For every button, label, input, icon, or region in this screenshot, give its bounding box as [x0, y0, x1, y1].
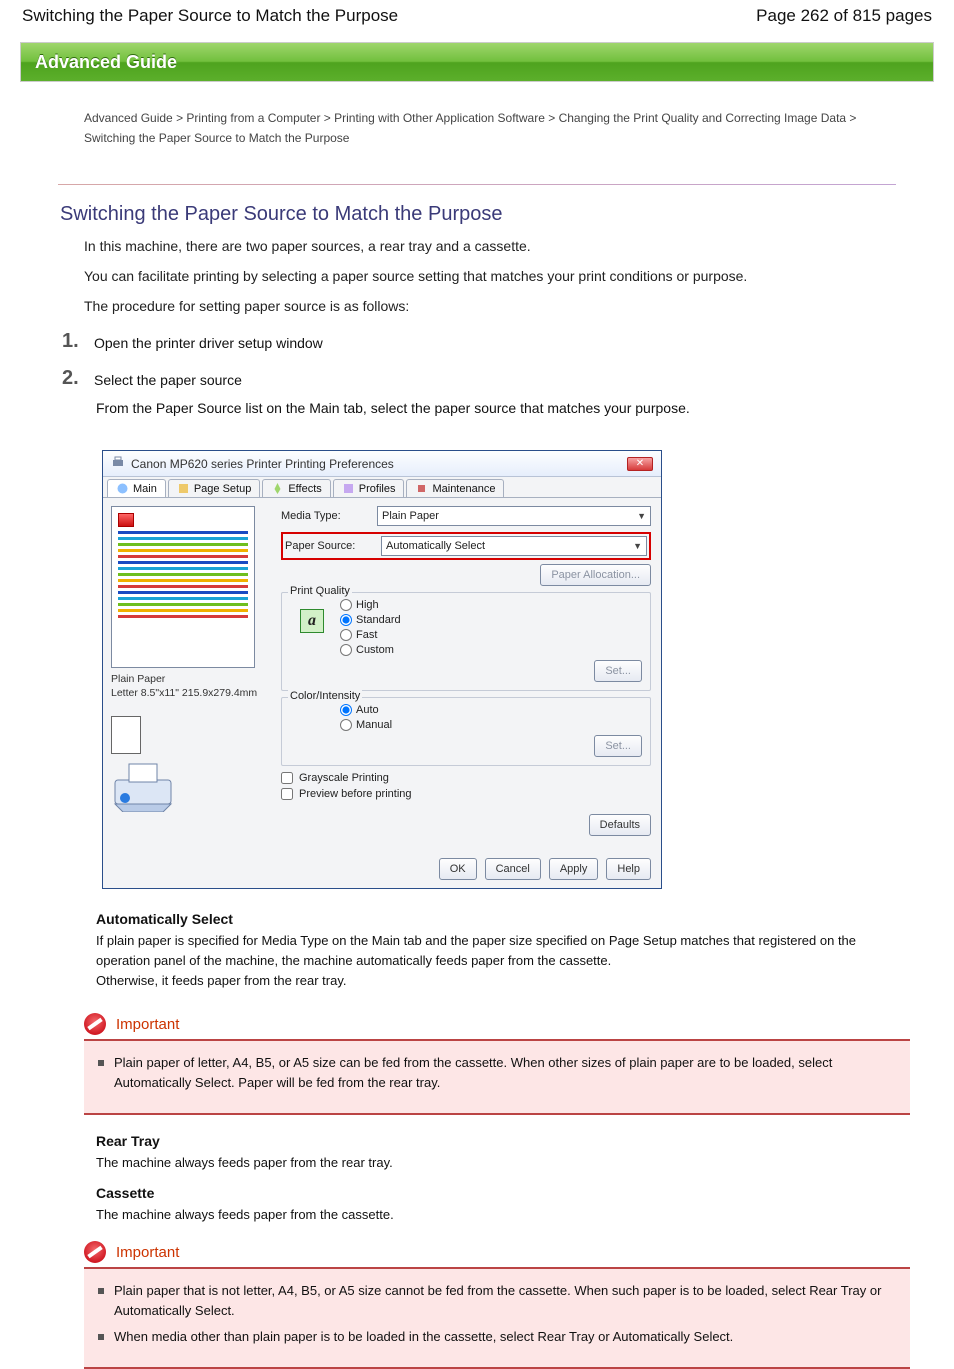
color-auto[interactable]: Auto [340, 704, 642, 716]
preview-card [111, 506, 255, 668]
important-1-line1: Plain paper of letter, A4, B5, or A5 siz… [114, 1053, 896, 1093]
tab-profiles[interactable]: Profiles [333, 479, 405, 497]
quality-set-button[interactable]: Set... [594, 660, 642, 682]
dialog-settings-column: Media Type: Plain Paper▼ Paper Source: A… [281, 506, 651, 842]
header-left: Switching the Paper Source to Match the … [22, 6, 398, 26]
auto-select-heading: Automatically Select [96, 911, 894, 927]
important-2-panel: Plain paper that is not letter, A4, B5, … [84, 1269, 910, 1369]
quality-fast[interactable]: Fast [340, 629, 642, 641]
preview-checkbox[interactable]: Preview before printing [281, 788, 651, 800]
cancel-button[interactable]: Cancel [485, 858, 541, 880]
help-button[interactable]: Help [606, 858, 651, 880]
prohibited-icon [84, 1241, 106, 1263]
step-1: 1. Open the printer driver setup window [62, 330, 894, 353]
preview-badge [118, 513, 134, 527]
apply-button[interactable]: Apply [549, 858, 599, 880]
paper-source-label: Paper Source: [285, 540, 375, 552]
cassette-heading: Cassette [96, 1185, 894, 1201]
bullet-icon [98, 1060, 104, 1066]
rear-tray-heading: Rear Tray [96, 1133, 894, 1149]
print-quality-group: Print Quality a High Standard Fast Custo… [281, 592, 651, 691]
mini-doc-icon [111, 716, 141, 754]
step-1-title: Open the printer driver setup window [94, 330, 323, 353]
divider [58, 184, 896, 185]
breadcrumb: Advanced Guide > Printing from a Compute… [84, 108, 894, 148]
important-2-line2: When media other than plain paper is to … [114, 1327, 733, 1347]
quality-custom[interactable]: Custom [340, 644, 642, 656]
paper-source-highlight: Paper Source: Automatically Select▼ [281, 532, 651, 560]
printing-preferences-dialog: Canon MP620 series Printer Printing Pref… [102, 450, 662, 889]
color-manual[interactable]: Manual [340, 719, 642, 731]
close-icon[interactable]: ✕ [627, 457, 653, 471]
tab-maintenance[interactable]: Maintenance [406, 479, 504, 497]
color-set-button[interactable]: Set... [594, 735, 642, 757]
dialog-window: Canon MP620 series Printer Printing Pref… [102, 450, 662, 889]
print-quality-label: Print Quality [288, 585, 352, 597]
paper-allocation-button[interactable]: Paper Allocation... [540, 564, 651, 586]
a-badge-icon: a [300, 609, 324, 633]
auto-select-body2: Otherwise, it feeds paper from the rear … [96, 971, 894, 991]
chevron-down-icon: ▼ [633, 541, 642, 551]
ok-button[interactable]: OK [439, 858, 477, 880]
preview-size: Letter 8.5"x11" 215.9x279.4mm [111, 686, 269, 700]
important-1-panel: Plain paper of letter, A4, B5, or A5 siz… [84, 1041, 910, 1115]
advanced-guide-bar: Advanced Guide [20, 42, 934, 82]
important-box-1: Important Plain paper of letter, A4, B5,… [84, 1013, 910, 1115]
important-1-title: Important [116, 1016, 179, 1033]
tab-main[interactable]: Main [107, 479, 166, 497]
page-title: Switching the Paper Source to Match the … [60, 203, 894, 226]
step-2-desc: From the Paper Source list on the Main t… [96, 398, 894, 418]
preview-media: Plain Paper [111, 672, 269, 686]
page-header: Switching the Paper Source to Match the … [0, 0, 954, 36]
cassette-body: The machine always feeds paper from the … [96, 1205, 894, 1225]
intro-2: You can facilitate printing by selecting… [84, 266, 894, 286]
bullet-icon [98, 1334, 104, 1340]
tabstrip: Main Page Setup Effects Profiles Mainten… [103, 477, 661, 498]
intro-3: The procedure for setting paper source i… [84, 296, 894, 316]
rear-tray-body: The machine always feeds paper from the … [96, 1153, 894, 1173]
dialog-titlebar: Canon MP620 series Printer Printing Pref… [103, 451, 661, 477]
step-2-number: 2. [62, 367, 82, 390]
quality-standard[interactable]: Standard [340, 614, 642, 626]
color-intensity-label: Color/Intensity [288, 690, 362, 702]
color-intensity-group: Color/Intensity Auto Manual Set... [281, 697, 651, 766]
defaults-button[interactable]: Defaults [589, 814, 651, 836]
dialog-body: Plain Paper Letter 8.5"x11" 215.9x279.4m… [103, 498, 661, 850]
bullet-icon [98, 1288, 104, 1294]
dialog-title-text: Canon MP620 series Printer Printing Pref… [131, 457, 394, 471]
tab-effects[interactable]: Effects [262, 479, 330, 497]
step-2-title: Select the paper source [94, 367, 242, 390]
chevron-down-icon: ▼ [637, 511, 646, 521]
media-type-select[interactable]: Plain Paper▼ [377, 506, 651, 526]
important-2-title: Important [116, 1244, 179, 1261]
important-2-line1: Plain paper that is not letter, A4, B5, … [114, 1281, 896, 1321]
dialog-preview-column: Plain Paper Letter 8.5"x11" 215.9x279.4m… [111, 506, 271, 842]
header-right: Page 262 of 815 pages [756, 6, 932, 26]
step-2: 2. Select the paper source [62, 367, 894, 390]
printer-icon [111, 455, 125, 472]
intro-1: In this machine, there are two paper sou… [84, 236, 894, 256]
paper-source-select[interactable]: Automatically Select▼ [381, 536, 647, 556]
auto-select-body1: If plain paper is specified for Media Ty… [96, 931, 894, 971]
media-type-label: Media Type: [281, 510, 371, 522]
prohibited-icon [84, 1013, 106, 1035]
quality-high[interactable]: High [340, 599, 642, 611]
tab-page-setup[interactable]: Page Setup [168, 479, 261, 497]
dialog-footer: OK Cancel Apply Help [103, 850, 661, 888]
printer-illustration [111, 760, 175, 812]
grayscale-checkbox[interactable]: Grayscale Printing [281, 772, 651, 784]
step-1-number: 1. [62, 330, 82, 353]
